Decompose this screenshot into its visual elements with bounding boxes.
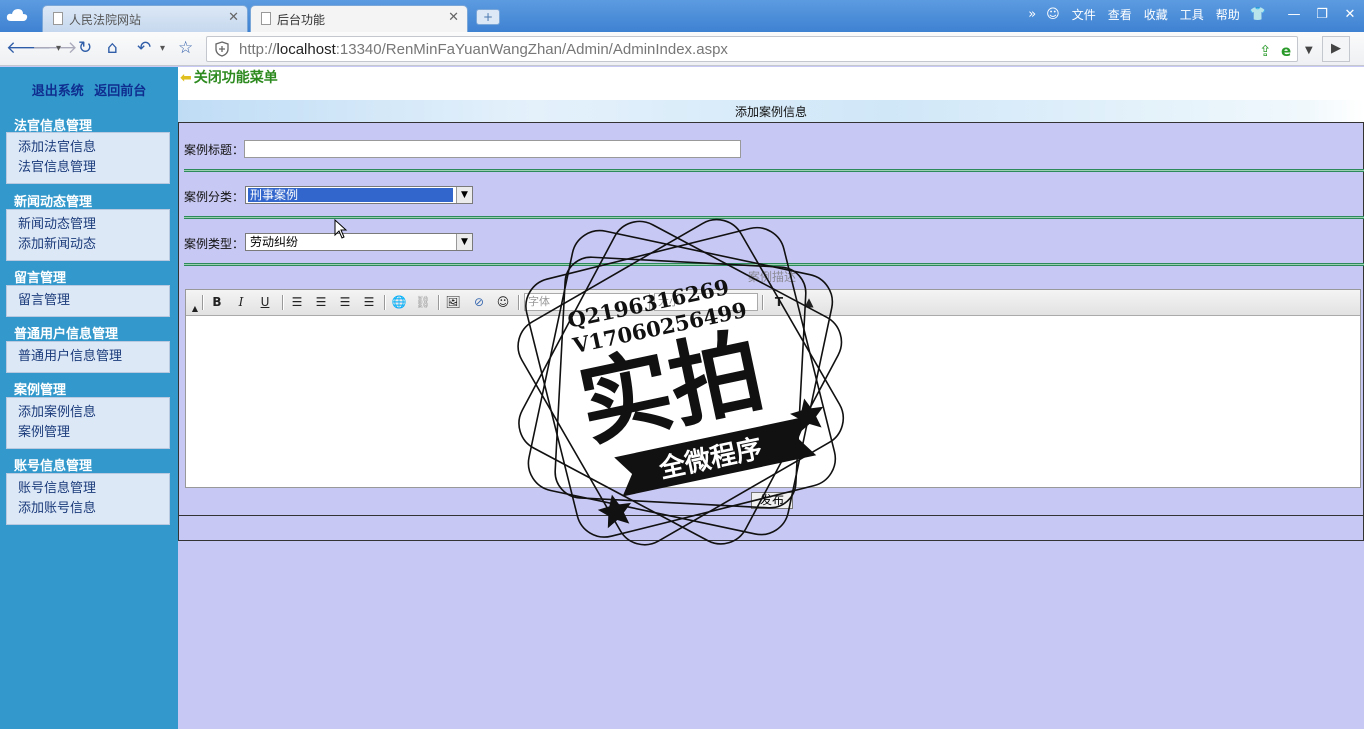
case-category-select[interactable]: 刑事案例 ▼: [245, 186, 473, 204]
group-judges: 添加法官信息 法官信息管理: [6, 132, 170, 184]
group-cases: 添加案例信息 案例管理: [6, 397, 170, 449]
back-to-front-link[interactable]: 返回前台: [94, 84, 146, 99]
more-chevron-icon[interactable]: »: [1028, 7, 1036, 22]
minimize-icon[interactable]: —: [1280, 7, 1308, 22]
url-text: http://localhost:13340/RenMinFaYuanWangZ…: [239, 41, 728, 58]
address-dropdown-icon[interactable]: ▼: [1305, 45, 1313, 56]
group-title-messages[interactable]: 留言管理: [14, 267, 66, 286]
menu-favorites[interactable]: 收藏: [1144, 6, 1168, 23]
restore-icon[interactable]: ❐: [1308, 7, 1336, 22]
case-type-label: 案例类型：: [184, 237, 245, 251]
sidebar-item-manage-users[interactable]: 普通用户信息管理: [7, 347, 169, 367]
case-type-value: 劳动纠纷: [250, 235, 299, 249]
history-dropdown-icon[interactable]: ▾: [56, 43, 61, 54]
align-right-icon[interactable]: ☰: [336, 294, 354, 311]
italic-icon[interactable]: I: [232, 294, 250, 311]
underline-icon[interactable]: U: [256, 294, 274, 311]
link-icon[interactable]: 🌐: [390, 294, 408, 311]
undo-icon[interactable]: ↶: [137, 38, 151, 58]
group-title-accounts[interactable]: 账号信息管理: [14, 455, 92, 474]
sidebar-item-manage-cases[interactable]: 案例管理: [7, 423, 169, 443]
separator: [384, 295, 386, 310]
group-accounts: 账号信息管理 添加账号信息: [6, 473, 170, 525]
sidebar-item-manage-judges[interactable]: 法官信息管理: [7, 158, 169, 178]
page-icon: [53, 12, 63, 25]
tab-label: 后台功能: [277, 13, 326, 27]
bold-icon[interactable]: B: [208, 294, 226, 311]
tab-admin[interactable]: 后台功能 ✕: [250, 5, 468, 32]
user-icon[interactable]: ☺: [1046, 7, 1060, 22]
unlink-icon[interactable]: ⛓: [414, 294, 432, 311]
justify-icon[interactable]: ☰: [360, 294, 378, 311]
group-title-users[interactable]: 普通用户信息管理: [14, 323, 118, 342]
page-header-bar: 添加案例信息: [178, 100, 1364, 122]
top-strip: ⬅ 关闭功能菜单: [178, 67, 1364, 100]
align-left-icon[interactable]: ☰: [288, 294, 306, 311]
security-shield-icon: [215, 41, 229, 57]
chevron-down-icon[interactable]: ▼: [456, 234, 472, 250]
address-bar[interactable]: http://localhost:13340/RenMinFaYuanWangZ…: [206, 36, 1313, 62]
skin-shirt-icon[interactable]: 👕: [1250, 7, 1266, 22]
browser-titlebar: 人民法院网站 ✕ 后台功能 ✕ + » ☺ 文件 查看 收藏 工具 帮助 👕 —…: [0, 0, 1364, 32]
sidebar-top-links: 退出系统 返回前台: [0, 80, 178, 99]
mouse-cursor-icon: [334, 219, 348, 239]
undo-dropdown-icon[interactable]: ▾: [160, 43, 165, 54]
forward-icon[interactable]: 🡒: [32, 38, 78, 58]
divider: [184, 169, 1364, 172]
separator: [202, 295, 204, 310]
group-users: 普通用户信息管理: [6, 341, 170, 373]
sidebar-item-manage-messages[interactable]: 留言管理: [7, 291, 169, 311]
browser-menu: » ☺ 文件 查看 收藏 工具 帮助 👕 — ❐ ✕: [1018, 0, 1364, 28]
page-title: 添加案例信息: [734, 105, 807, 119]
case-category-value: 刑事案例: [248, 188, 453, 202]
tab-label: 人民法院网站: [69, 13, 142, 27]
sidebar-item-add-judge[interactable]: 添加法官信息: [7, 138, 169, 158]
menu-view[interactable]: 查看: [1108, 6, 1132, 23]
tab-court-website[interactable]: 人民法院网站 ✕: [42, 5, 248, 32]
align-center-icon[interactable]: ☰: [312, 294, 330, 311]
menu-tools[interactable]: 工具: [1180, 6, 1204, 23]
separator: [438, 295, 440, 310]
case-type-select[interactable]: 劳动纠纷 ▼: [245, 233, 473, 251]
separator: [282, 295, 284, 310]
group-title-news[interactable]: 新闻动态管理: [14, 191, 92, 210]
close-tab-icon[interactable]: ✕: [228, 10, 239, 25]
chevron-down-icon[interactable]: ▼: [456, 187, 472, 203]
group-title-cases[interactable]: 案例管理: [14, 379, 66, 398]
close-menu-link[interactable]: ⬅ 关闭功能菜单: [180, 67, 278, 87]
case-title-label: 案例标题：: [184, 143, 245, 157]
menu-help[interactable]: 帮助: [1216, 6, 1240, 23]
sidebar: 退出系统 返回前台 法官信息管理 添加法官信息 法官信息管理 新闻动态管理 新闻…: [0, 67, 178, 729]
share-icon[interactable]: ⇪: [1259, 42, 1272, 60]
favorite-star-icon[interactable]: ☆: [178, 38, 193, 58]
sidebar-item-manage-news[interactable]: 新闻动态管理: [7, 215, 169, 235]
navigation-bar: 🡐 🡒 ▾ ↻ ⌂ ↶ ▾ ☆ http://localhost:13340/R…: [0, 32, 1364, 66]
sidebar-item-manage-accounts[interactable]: 账号信息管理: [7, 479, 169, 499]
browser-logo-icon: [6, 9, 28, 21]
home-icon[interactable]: ⌂: [107, 38, 118, 58]
group-news: 新闻动态管理 添加新闻动态: [6, 209, 170, 261]
image-icon[interactable]: 🖼: [444, 294, 462, 311]
menu-file[interactable]: 文件: [1072, 6, 1096, 23]
page-icon: [261, 12, 271, 25]
ie-mode-icon[interactable]: e: [1281, 42, 1291, 60]
logout-link[interactable]: 退出系统: [32, 84, 84, 99]
flash-icon[interactable]: ⊘: [470, 294, 488, 311]
group-messages: 留言管理: [6, 285, 170, 317]
refresh-icon[interactable]: ↻: [78, 38, 92, 58]
watermark-stamp: Q2196316269 V17060256499 实拍 全微程序: [517, 218, 845, 546]
sidebar-item-add-news[interactable]: 添加新闻动态: [7, 235, 169, 255]
arrow-left-icon: ⬅: [180, 70, 192, 86]
sidebar-item-add-case[interactable]: 添加案例信息: [7, 403, 169, 423]
case-title-input[interactable]: [244, 140, 741, 158]
case-category-label: 案例分类：: [184, 190, 245, 204]
go-icon[interactable]: ▶: [1322, 36, 1350, 62]
sidebar-item-add-account[interactable]: 添加账号信息: [7, 499, 169, 519]
close-tab-icon[interactable]: ✕: [448, 10, 459, 25]
new-tab-button[interactable]: +: [476, 9, 500, 25]
close-window-icon[interactable]: ✕: [1336, 7, 1364, 22]
